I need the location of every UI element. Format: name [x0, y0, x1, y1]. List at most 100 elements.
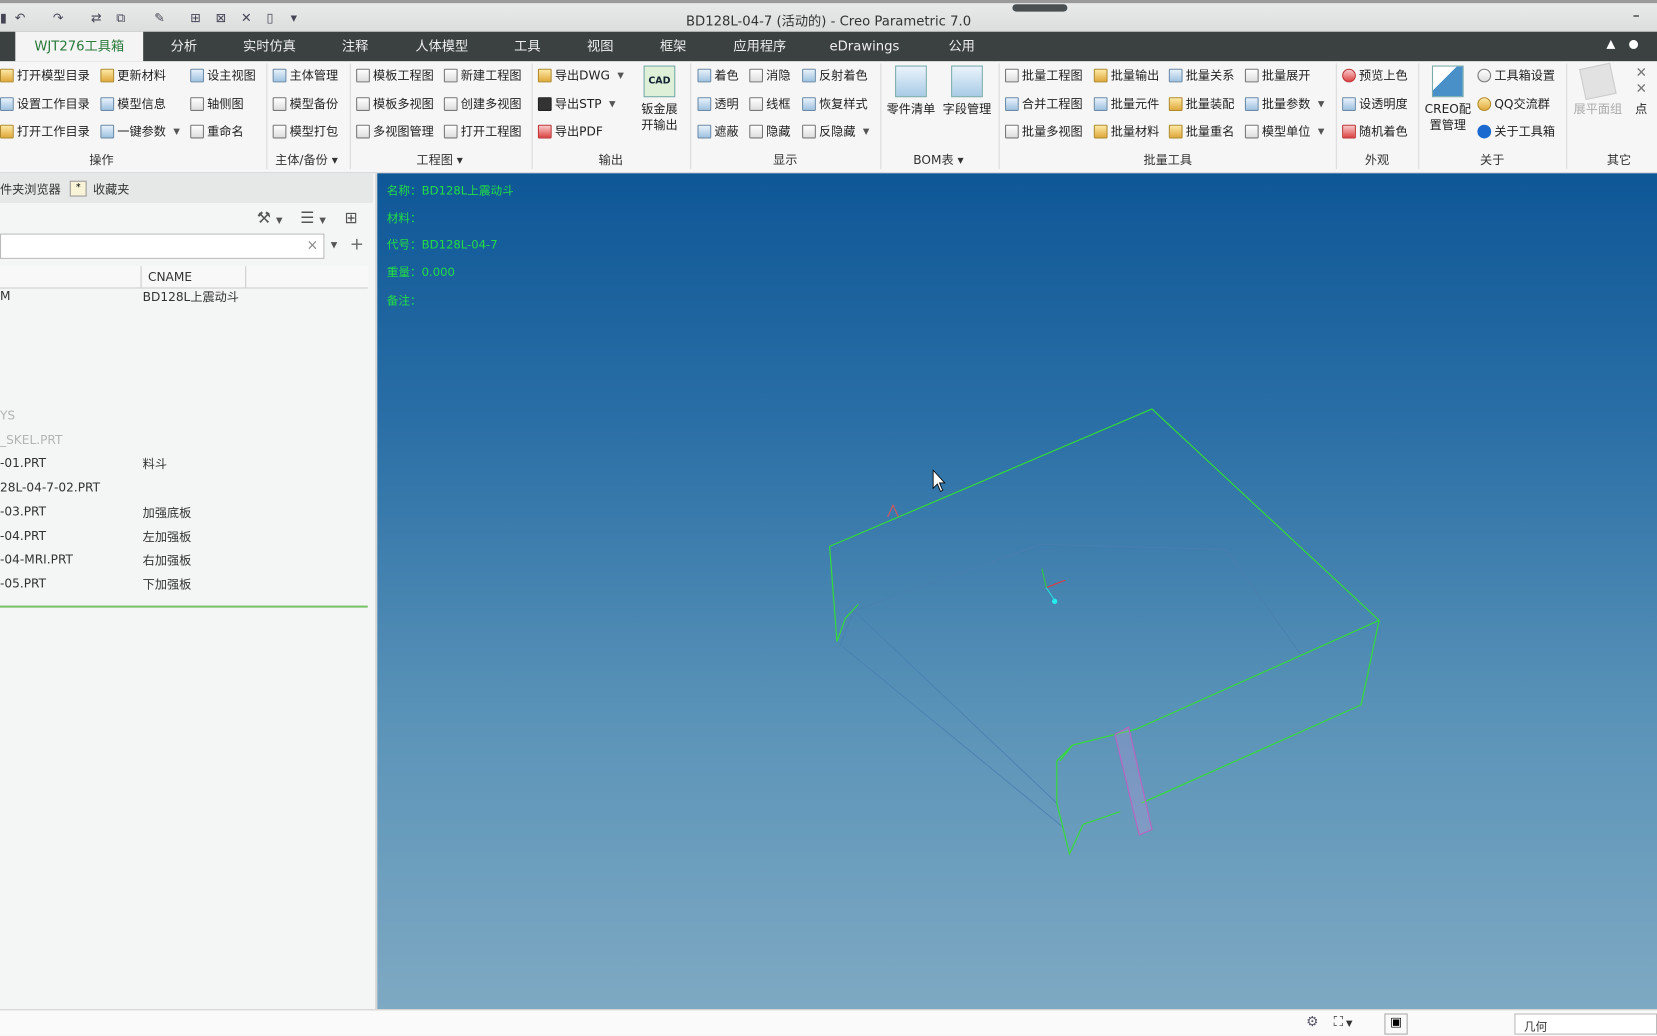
export-stp-button[interactable]: 导出STP ▼	[537, 95, 616, 112]
tree-row-name: _SKEL.PRT	[0, 432, 63, 448]
add-icon[interactable]: +	[350, 234, 364, 254]
set-main-view-button[interactable]: 设主视图	[190, 67, 256, 84]
tree-row-cname: BD128L上震动斗	[142, 289, 239, 305]
axis-icon	[190, 96, 204, 111]
group-label-batch-tools: 批量工具	[1143, 152, 1193, 167]
find-binoculars-icon[interactable]: ⛶ ▼	[1334, 1015, 1353, 1031]
one-click-params-button[interactable]: 一键参数 ▼	[100, 123, 180, 140]
batch-component-button[interactable]: 批量元件	[1093, 95, 1159, 112]
export-icon	[1093, 68, 1108, 82]
settings-tools-icon[interactable]: ⚒ ▼	[257, 208, 283, 227]
export-dwg-button[interactable]: 导出DWG ▼	[537, 67, 624, 84]
hide-button[interactable]: 隐藏	[749, 123, 790, 140]
mask-button[interactable]: 遮蔽	[697, 123, 739, 140]
tab-folder-browser[interactable]: 件夹浏览器	[0, 181, 61, 198]
assembly-icon	[1168, 96, 1183, 111]
clear-search-icon[interactable]: ×	[307, 238, 319, 254]
open-model-dir-button[interactable]: 打开模型目录	[0, 67, 90, 84]
new-drawing-button[interactable]: 新建工程图	[443, 67, 522, 84]
divider	[690, 63, 692, 170]
open-drawing-button[interactable]: 打开工程图	[443, 123, 522, 140]
model-backup-button[interactable]: 模型备份	[272, 95, 338, 112]
template-multiview-button[interactable]: 模板多视图	[356, 95, 434, 112]
batch-rename-button[interactable]: 批量重名	[1168, 123, 1234, 140]
search-dropdown-icon[interactable]: ▼	[331, 240, 338, 250]
tree-row[interactable]: 28L-04-7-02.PRT	[0, 478, 368, 499]
selection-filter-select[interactable]: 几何	[1514, 1013, 1657, 1035]
model-units-button[interactable]: 模型单位 ▼	[1244, 123, 1324, 140]
quilt-icon	[1579, 62, 1617, 101]
batch-unfold-button[interactable]: 批量展开	[1244, 67, 1310, 84]
batch-material-button[interactable]: 批量材料	[1093, 123, 1159, 140]
model-pack-button[interactable]: 模型打包	[272, 123, 338, 140]
body-icon	[272, 68, 287, 82]
wireframe-icon	[749, 96, 764, 111]
chevron-down-icon: ▼	[617, 70, 624, 80]
show-list-icon[interactable]: ☰ ▼	[300, 208, 326, 227]
group-label-bom[interactable]: BOM表 ▾	[913, 151, 963, 168]
body-manage-button[interactable]: 主体管理	[272, 67, 338, 84]
batch-relation-button[interactable]: 批量关系	[1168, 67, 1234, 84]
transparent-button[interactable]: 透明	[697, 95, 739, 112]
preview-color-button[interactable]: 预览上色	[1342, 67, 1408, 84]
isometric-view-button[interactable]: 轴侧图	[190, 95, 244, 112]
insert-indicator[interactable]	[0, 605, 368, 608]
export-pdf-button[interactable]: 导出PDF	[537, 123, 603, 140]
tree-row[interactable]: -05.PRT 下加强板	[0, 574, 368, 595]
parts-list-button[interactable]: 零件清单	[883, 65, 938, 118]
material-icon	[1093, 124, 1108, 138]
multiview-icon	[443, 96, 458, 111]
unhide-button[interactable]: 反隐藏 ▼	[802, 123, 869, 140]
tree-row[interactable]: -03.PRT 加强底板	[0, 502, 368, 523]
toolbox-settings-button[interactable]: 工具箱设置	[1477, 67, 1555, 84]
batch-params-button[interactable]: 批量参数 ▼	[1244, 95, 1324, 112]
merge-drawing-button[interactable]: 合并工程图	[1005, 95, 1083, 112]
group-label-body-backup[interactable]: 主体/备份 ▾	[275, 151, 338, 168]
restore-style-button[interactable]: 恢复样式	[802, 95, 868, 112]
graphics-window[interactable]: 名称：BD128L上震动斗 材料： 代号：BD128L-04-7 重量：0.00…	[377, 173, 1657, 1010]
update-material-button[interactable]: 更新材料	[100, 67, 166, 84]
palette-icon	[1342, 124, 1356, 138]
tree-row[interactable]: YS	[0, 406, 368, 427]
sheetmetal-unfold-export-button[interactable]: CAD 钣金展开输出	[632, 65, 687, 134]
multiview-manage-button[interactable]: 多视图管理	[356, 123, 434, 140]
tree-row[interactable]: -04-MRI.PRT 右加强板	[0, 550, 368, 571]
column-header-cname[interactable]: CNAME	[148, 269, 192, 284]
group-label-drawing[interactable]: 工程图 ▾	[416, 151, 462, 168]
tree-row[interactable]: M BD128L上震动斗	[0, 286, 368, 307]
random-color-button[interactable]: 随机着色	[1342, 123, 1408, 140]
group-label-other: 其它	[1606, 152, 1632, 167]
tree-row[interactable]: -04.PRT 左加强板	[0, 526, 368, 547]
template-drawing-button[interactable]: 模板工程图	[356, 67, 434, 84]
status-bar: ⚙ ⛶ ▼ ▣ 几何	[0, 1009, 1657, 1036]
set-work-dir-button[interactable]: 设置工作目录	[0, 95, 90, 112]
field-manage-button[interactable]: 字段管理	[939, 65, 994, 118]
reflection-shading-button[interactable]: 反射着色	[802, 67, 868, 84]
model-info-button[interactable]: 模型信息	[100, 95, 166, 112]
flatten-quilt-button[interactable]: 展平面组	[1570, 62, 1625, 118]
wireframe-button[interactable]: 线框	[749, 95, 790, 112]
tab-favorites[interactable]: 收藏夹	[93, 181, 129, 198]
batch-export-button[interactable]: 批量输出	[1093, 67, 1159, 84]
tree-row[interactable]: -01.PRT 料斗	[0, 453, 368, 474]
shading-button[interactable]: 着色	[697, 67, 739, 84]
about-toolbox-button[interactable]: 关于工具箱	[1477, 123, 1555, 140]
regen-status-icon[interactable]: ⚙	[1306, 1015, 1318, 1031]
tree-row[interactable]: _SKEL.PRT	[0, 430, 368, 451]
search-input[interactable]: ×	[0, 233, 325, 259]
point-button[interactable]: ✕ ✕ 点	[1630, 66, 1653, 118]
units-icon	[1244, 124, 1259, 138]
tree-filter-icon[interactable]: ⊞	[345, 208, 358, 227]
create-multiview-button[interactable]: 创建多视图	[443, 95, 522, 112]
hidden-line-button[interactable]: 消隐	[749, 67, 790, 84]
batch-multiview-button[interactable]: 批量多视图	[1005, 123, 1083, 140]
open-work-dir-button[interactable]: 打开工作目录	[0, 123, 90, 140]
set-transparency-button[interactable]: 设透明度	[1342, 95, 1408, 112]
batch-drawing-button[interactable]: 批量工程图	[1005, 67, 1083, 84]
batch-assembly-button[interactable]: 批量装配	[1168, 95, 1234, 112]
qq-group-button[interactable]: QQ交流群	[1477, 95, 1550, 112]
view-cube-icon[interactable]: ▣	[1384, 1013, 1408, 1035]
button-label: 钣金展开输出	[641, 101, 678, 133]
rename-button[interactable]: 重命名	[190, 123, 244, 140]
creo-config-button[interactable]: CREO配置管理	[1422, 65, 1473, 134]
